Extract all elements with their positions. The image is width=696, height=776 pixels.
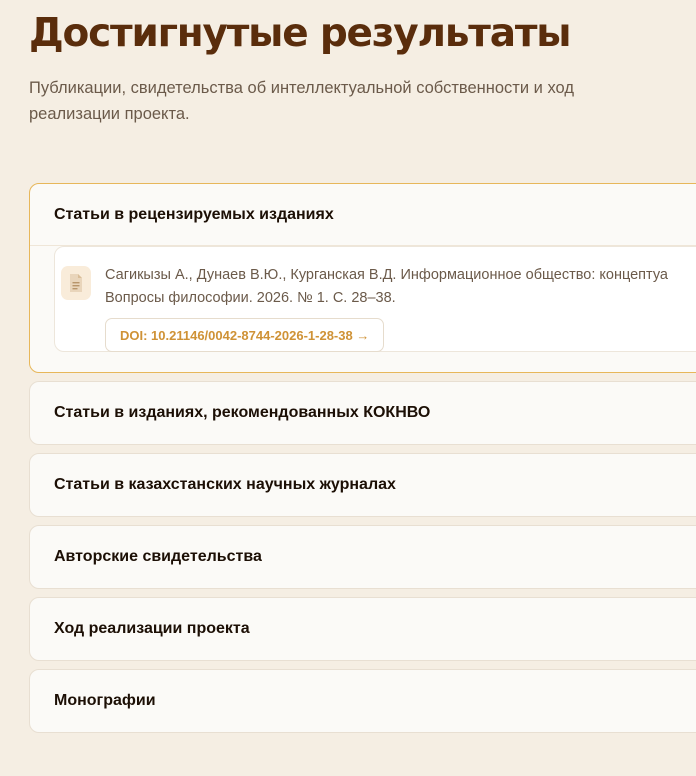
section-monographs: Монографии <box>29 669 696 733</box>
citation-line-1: Сагикызы А., Дунаев В.Ю., Курганская В.Д… <box>105 267 668 283</box>
section-copyrights: Авторские свидетельства <box>29 525 696 589</box>
section-label: Монографии <box>54 692 156 709</box>
section-kazakh-journals: Статьи в казахстанских научных журналах <box>29 453 696 517</box>
section-header-kazakh-journals[interactable]: Статьи в казахстанских научных журналах <box>30 454 696 516</box>
section-project-progress: Ход реализации проекта <box>29 597 696 661</box>
page-title: Достигнутые результаты <box>29 11 571 56</box>
doi-link[interactable]: DOI: 10.21146/0042-8744-2026-1-28-38 → <box>105 318 385 352</box>
section-header-project-progress[interactable]: Ход реализации проекта <box>30 598 696 660</box>
results-accordion: Статьи в рецензируемых изданиях Сагикызы… <box>29 183 696 741</box>
citation-line-2: Вопросы философии. 2026. № 1. С. 28–38. <box>105 290 396 306</box>
section-label: Авторские свидетельства <box>54 548 262 565</box>
section-header-copyrights[interactable]: Авторские свидетельства <box>30 526 696 588</box>
section-label: Статьи в казахстанских научных журналах <box>54 476 396 493</box>
section-label: Статьи в рецензируемых изданиях <box>54 205 334 223</box>
section-header-koknvo[interactable]: Статьи в изданиях, рекомендованных КОКНВ… <box>30 382 696 444</box>
section-peer-reviewed: Статьи в рецензируемых изданиях Сагикызы… <box>29 183 696 373</box>
publication-card: Сагикызы А., Дунаев В.Ю., Курганская В.Д… <box>54 246 696 352</box>
document-icon <box>61 266 91 300</box>
section-header-monographs[interactable]: Монографии <box>30 670 696 732</box>
page-subtitle: Публикации, свидетельства об интеллектуа… <box>29 79 574 123</box>
section-label: Статьи в изданиях, рекомендованных КОКНВ… <box>54 404 431 421</box>
section-header-peer-reviewed[interactable]: Статьи в рецензируемых изданиях <box>30 184 696 246</box>
section-label: Ход реализации проекта <box>54 620 250 637</box>
section-body-peer-reviewed: Сагикызы А., Дунаев В.Ю., Курганская В.Д… <box>30 246 696 372</box>
section-koknvo: Статьи в изданиях, рекомендованных КОКНВ… <box>29 381 696 445</box>
publication-citation: Сагикызы А., Дунаев В.Ю., Курганская В.Д… <box>105 264 696 310</box>
